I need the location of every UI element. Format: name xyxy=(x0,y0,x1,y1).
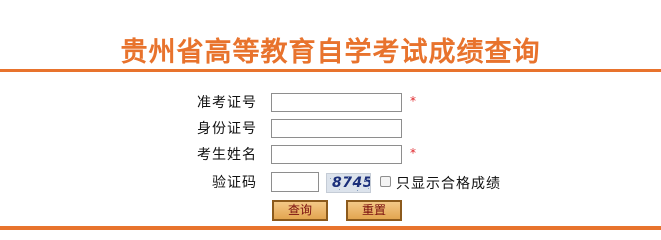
header-divider xyxy=(0,69,661,72)
page-title: 贵州省高等教育自学考试成绩查询 xyxy=(120,37,541,68)
captcha-input[interactable] xyxy=(271,172,319,192)
captcha-image[interactable]: 8745 xyxy=(326,173,371,193)
ticket-number-input[interactable] xyxy=(271,93,402,112)
captcha-code: 8745 xyxy=(332,175,371,191)
pass-only-label[interactable]: 只显示合格成绩 xyxy=(396,173,501,193)
ticket-required-mark: * xyxy=(410,94,416,108)
footer-divider xyxy=(0,226,661,230)
candidate-name-input[interactable] xyxy=(271,145,402,164)
candidate-name-label: 考生姓名 xyxy=(197,147,257,163)
id-number-input[interactable] xyxy=(271,119,402,138)
reset-button[interactable]: 重置 xyxy=(346,200,402,221)
ticket-number-label: 准考证号 xyxy=(197,95,257,111)
name-required-mark: * xyxy=(410,146,416,160)
id-number-label: 身份证号 xyxy=(197,121,257,137)
pass-only-checkbox[interactable] xyxy=(380,176,391,187)
captcha-label: 验证码 xyxy=(212,175,257,191)
query-button[interactable]: 查询 xyxy=(272,200,328,221)
